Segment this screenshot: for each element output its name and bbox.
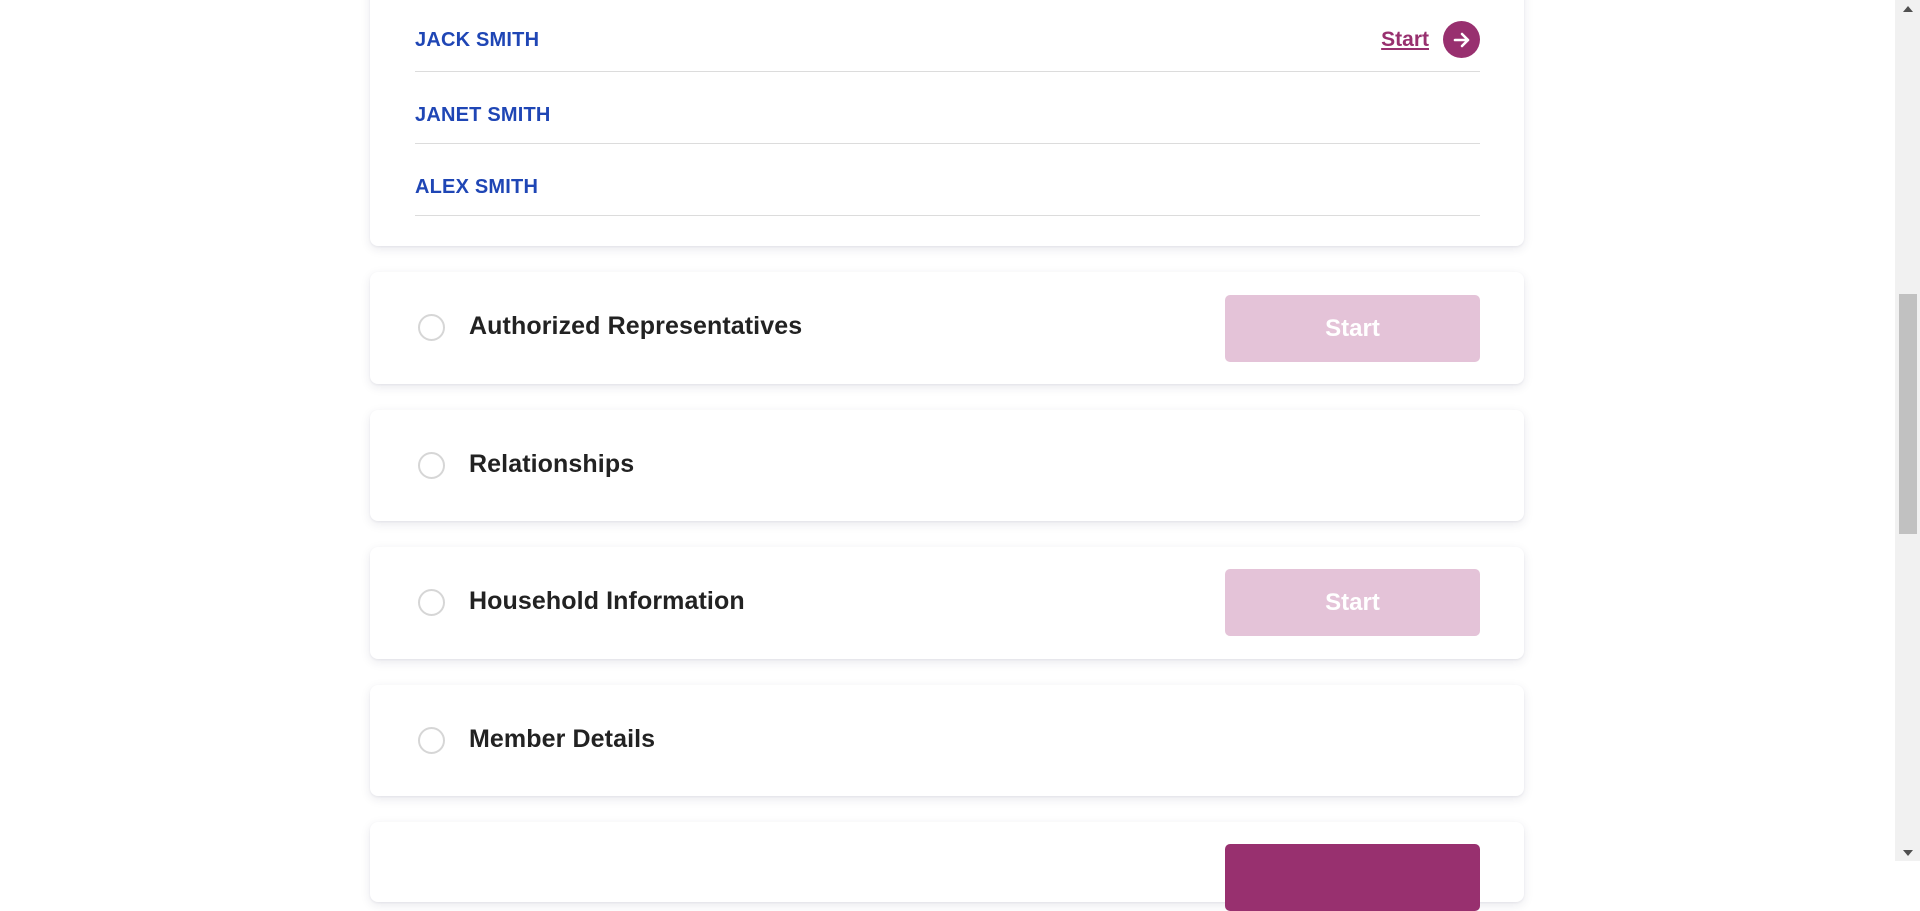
- member-row-jack-smith[interactable]: JACK SMITH Start: [415, 0, 1480, 72]
- empty-circle-icon: [418, 452, 445, 479]
- section-household-information: Household Information Start: [370, 547, 1524, 659]
- household-information-start-button[interactable]: Start: [1225, 569, 1480, 636]
- section-relationships: Relationships: [370, 410, 1524, 521]
- section-title: Authorized Representatives: [469, 312, 803, 340]
- member-start-link[interactable]: Start: [1381, 28, 1429, 52]
- section-title: Relationships: [469, 450, 635, 478]
- member-start-action[interactable]: Start: [1381, 21, 1480, 58]
- empty-circle-icon: [418, 589, 445, 616]
- member-row-alex-smith[interactable]: ALEX SMITH: [415, 143, 1480, 216]
- authorized-representatives-start-button[interactable]: Start: [1225, 295, 1480, 362]
- triangle-down-icon[interactable]: [1895, 844, 1920, 861]
- vertical-scrollbar[interactable]: [1895, 0, 1920, 861]
- member-name[interactable]: JACK SMITH: [415, 29, 539, 52]
- section-authorized-representatives: Authorized Representatives Start: [370, 272, 1524, 384]
- triangle-up-icon[interactable]: [1895, 0, 1920, 17]
- section-title: Household Information: [469, 587, 745, 615]
- member-row-janet-smith[interactable]: JANET SMITH: [415, 71, 1480, 144]
- arrow-right-circle-icon[interactable]: [1443, 21, 1480, 58]
- empty-circle-icon: [418, 314, 445, 341]
- section-title: Member Details: [469, 725, 656, 753]
- empty-circle-icon: [418, 727, 445, 754]
- next-section-start-button[interactable]: [1225, 844, 1480, 911]
- section-member-details: Member Details: [370, 685, 1524, 796]
- section-next-partial: [370, 822, 1524, 911]
- members-card: JACK SMITH Start JANET SMITH ALEX SMITH: [370, 0, 1524, 246]
- member-name[interactable]: ALEX SMITH: [415, 176, 538, 199]
- scrollbar-thumb[interactable]: [1899, 294, 1917, 534]
- member-name[interactable]: JANET SMITH: [415, 104, 551, 127]
